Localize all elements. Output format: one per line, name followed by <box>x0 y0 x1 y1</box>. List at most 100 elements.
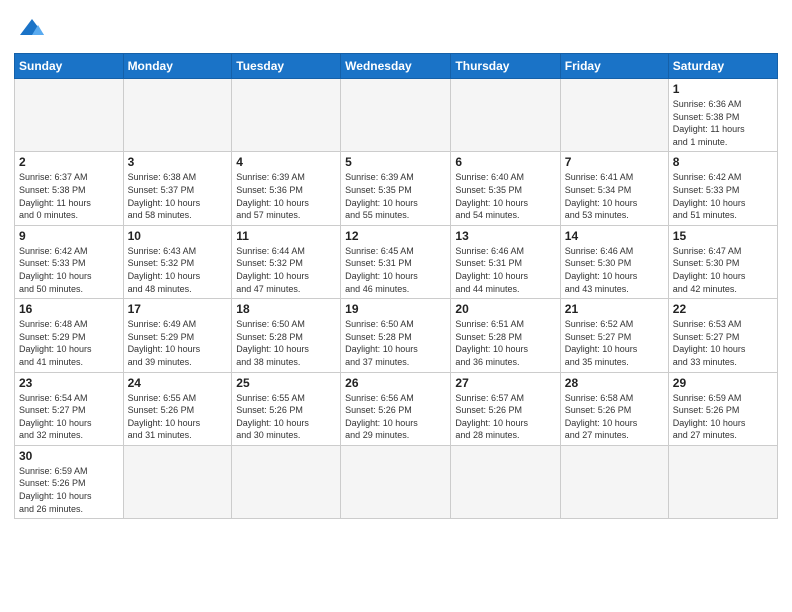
weekday-thursday: Thursday <box>451 54 560 79</box>
day-info: Sunrise: 6:43 AM Sunset: 5:32 PM Dayligh… <box>128 245 228 295</box>
day-cell: 19Sunrise: 6:50 AM Sunset: 5:28 PM Dayli… <box>341 299 451 372</box>
day-number: 19 <box>345 302 446 316</box>
day-number: 26 <box>345 376 446 390</box>
day-info: Sunrise: 6:54 AM Sunset: 5:27 PM Dayligh… <box>19 392 119 442</box>
day-cell <box>232 79 341 152</box>
day-cell: 12 Sunrise: 6:45 AM Sunset: 5:31 PM Dayli… <box>341 225 451 298</box>
day-info: Sunrise: 6:59 AM Sunset: 5:26 PM Dayligh… <box>19 465 119 515</box>
day-number: 5 <box>345 155 446 169</box>
day-number: 18 <box>236 302 336 316</box>
day-info: Sunrise: 6:55 AM Sunset: 5:26 PM Dayligh… <box>236 392 336 442</box>
day-number: 2 <box>19 155 119 169</box>
calendar: SundayMondayTuesdayWednesdayThursdayFrid… <box>14 53 778 519</box>
day-info: Sunrise: 6:46 AM Sunset: 5:31 PM Dayligh… <box>455 245 555 295</box>
day-cell <box>668 445 777 518</box>
day-number: 15 <box>673 229 773 243</box>
day-cell: 17Sunrise: 6:49 AM Sunset: 5:29 PM Dayli… <box>123 299 232 372</box>
day-info: Sunrise: 6:37 AM Sunset: 5:38 PM Dayligh… <box>19 171 119 221</box>
weekday-friday: Friday <box>560 54 668 79</box>
day-cell: 26 Sunrise: 6:56 AM Sunset: 5:26 PM Dayli… <box>341 372 451 445</box>
day-cell: 27Sunrise: 6:57 AM Sunset: 5:26 PM Dayli… <box>451 372 560 445</box>
day-cell: 22Sunrise: 6:53 AM Sunset: 5:27 PM Dayli… <box>668 299 777 372</box>
day-number: 10 <box>128 229 228 243</box>
day-cell: 24 Sunrise: 6:55 AM Sunset: 5:26 PM Dayli… <box>123 372 232 445</box>
weekday-tuesday: Tuesday <box>232 54 341 79</box>
day-cell: 9Sunrise: 6:42 AM Sunset: 5:33 PM Daylig… <box>15 225 124 298</box>
day-number: 7 <box>565 155 664 169</box>
day-info: Sunrise: 6:51 AM Sunset: 5:28 PM Dayligh… <box>455 318 555 368</box>
day-info: Sunrise: 6:42 AM Sunset: 5:33 PM Dayligh… <box>19 245 119 295</box>
day-info: Sunrise: 6:40 AM Sunset: 5:35 PM Dayligh… <box>455 171 555 221</box>
logo <box>14 14 48 47</box>
weekday-header-row: SundayMondayTuesdayWednesdayThursdayFrid… <box>15 54 778 79</box>
day-info: Sunrise: 6:56 AM Sunset: 5:26 PM Dayligh… <box>345 392 446 442</box>
logo-icon <box>16 14 48 42</box>
day-cell <box>560 79 668 152</box>
day-cell: 10 Sunrise: 6:43 AM Sunset: 5:32 PM Dayli… <box>123 225 232 298</box>
day-cell: 15Sunrise: 6:47 AM Sunset: 5:30 PM Dayli… <box>668 225 777 298</box>
day-cell: 29 Sunrise: 6:59 AM Sunset: 5:26 PM Dayli… <box>668 372 777 445</box>
day-number: 6 <box>455 155 555 169</box>
day-cell: 23 Sunrise: 6:54 AM Sunset: 5:27 PM Dayli… <box>15 372 124 445</box>
day-info: Sunrise: 6:45 AM Sunset: 5:31 PM Dayligh… <box>345 245 446 295</box>
day-info: Sunrise: 6:55 AM Sunset: 5:26 PM Dayligh… <box>128 392 228 442</box>
week-row-5: 23 Sunrise: 6:54 AM Sunset: 5:27 PM Dayli… <box>15 372 778 445</box>
day-cell: 6 Sunrise: 6:40 AM Sunset: 5:35 PM Daylig… <box>451 152 560 225</box>
day-cell: 28 Sunrise: 6:58 AM Sunset: 5:26 PM Dayli… <box>560 372 668 445</box>
day-number: 27 <box>455 376 555 390</box>
day-cell: 8 Sunrise: 6:42 AM Sunset: 5:33 PM Daylig… <box>668 152 777 225</box>
day-number: 23 <box>19 376 119 390</box>
day-info: Sunrise: 6:58 AM Sunset: 5:26 PM Dayligh… <box>565 392 664 442</box>
day-cell <box>451 79 560 152</box>
day-cell: 25 Sunrise: 6:55 AM Sunset: 5:26 PM Dayli… <box>232 372 341 445</box>
week-row-6: 30 Sunrise: 6:59 AM Sunset: 5:26 PM Dayli… <box>15 445 778 518</box>
day-cell <box>341 445 451 518</box>
day-cell: 16 Sunrise: 6:48 AM Sunset: 5:29 PM Dayli… <box>15 299 124 372</box>
day-info: Sunrise: 6:44 AM Sunset: 5:32 PM Dayligh… <box>236 245 336 295</box>
week-row-4: 16 Sunrise: 6:48 AM Sunset: 5:29 PM Dayli… <box>15 299 778 372</box>
day-info: Sunrise: 6:48 AM Sunset: 5:29 PM Dayligh… <box>19 318 119 368</box>
weekday-wednesday: Wednesday <box>341 54 451 79</box>
day-info: Sunrise: 6:39 AM Sunset: 5:36 PM Dayligh… <box>236 171 336 221</box>
day-cell: 11 Sunrise: 6:44 AM Sunset: 5:32 PM Dayli… <box>232 225 341 298</box>
day-number: 21 <box>565 302 664 316</box>
day-info: Sunrise: 6:38 AM Sunset: 5:37 PM Dayligh… <box>128 171 228 221</box>
week-row-2: 2 Sunrise: 6:37 AM Sunset: 5:38 PM Daylig… <box>15 152 778 225</box>
day-cell <box>232 445 341 518</box>
day-info: Sunrise: 6:46 AM Sunset: 5:30 PM Dayligh… <box>565 245 664 295</box>
day-number: 3 <box>128 155 228 169</box>
day-number: 8 <box>673 155 773 169</box>
day-cell: 2 Sunrise: 6:37 AM Sunset: 5:38 PM Daylig… <box>15 152 124 225</box>
day-number: 4 <box>236 155 336 169</box>
day-info: Sunrise: 6:59 AM Sunset: 5:26 PM Dayligh… <box>673 392 773 442</box>
day-number: 17 <box>128 302 228 316</box>
day-number: 11 <box>236 229 336 243</box>
day-info: Sunrise: 6:50 AM Sunset: 5:28 PM Dayligh… <box>236 318 336 368</box>
day-number: 29 <box>673 376 773 390</box>
day-cell <box>123 445 232 518</box>
day-number: 24 <box>128 376 228 390</box>
day-number: 30 <box>19 449 119 463</box>
day-cell: 13 Sunrise: 6:46 AM Sunset: 5:31 PM Dayli… <box>451 225 560 298</box>
day-number: 20 <box>455 302 555 316</box>
day-number: 28 <box>565 376 664 390</box>
day-number: 16 <box>19 302 119 316</box>
day-cell: 21 Sunrise: 6:52 AM Sunset: 5:27 PM Dayli… <box>560 299 668 372</box>
day-info: Sunrise: 6:39 AM Sunset: 5:35 PM Dayligh… <box>345 171 446 221</box>
weekday-saturday: Saturday <box>668 54 777 79</box>
day-cell <box>123 79 232 152</box>
day-cell: 7Sunrise: 6:41 AM Sunset: 5:34 PM Daylig… <box>560 152 668 225</box>
day-cell: 30 Sunrise: 6:59 AM Sunset: 5:26 PM Dayli… <box>15 445 124 518</box>
day-info: Sunrise: 6:42 AM Sunset: 5:33 PM Dayligh… <box>673 171 773 221</box>
day-info: Sunrise: 6:52 AM Sunset: 5:27 PM Dayligh… <box>565 318 664 368</box>
day-cell <box>341 79 451 152</box>
day-number: 13 <box>455 229 555 243</box>
day-number: 12 <box>345 229 446 243</box>
day-number: 14 <box>565 229 664 243</box>
day-cell: 3 Sunrise: 6:38 AM Sunset: 5:37 PM Daylig… <box>123 152 232 225</box>
week-row-1: 1Sunrise: 6:36 AM Sunset: 5:38 PM Daylig… <box>15 79 778 152</box>
week-row-3: 9Sunrise: 6:42 AM Sunset: 5:33 PM Daylig… <box>15 225 778 298</box>
day-cell: 20 Sunrise: 6:51 AM Sunset: 5:28 PM Dayli… <box>451 299 560 372</box>
day-number: 25 <box>236 376 336 390</box>
day-cell: 4 Sunrise: 6:39 AM Sunset: 5:36 PM Daylig… <box>232 152 341 225</box>
